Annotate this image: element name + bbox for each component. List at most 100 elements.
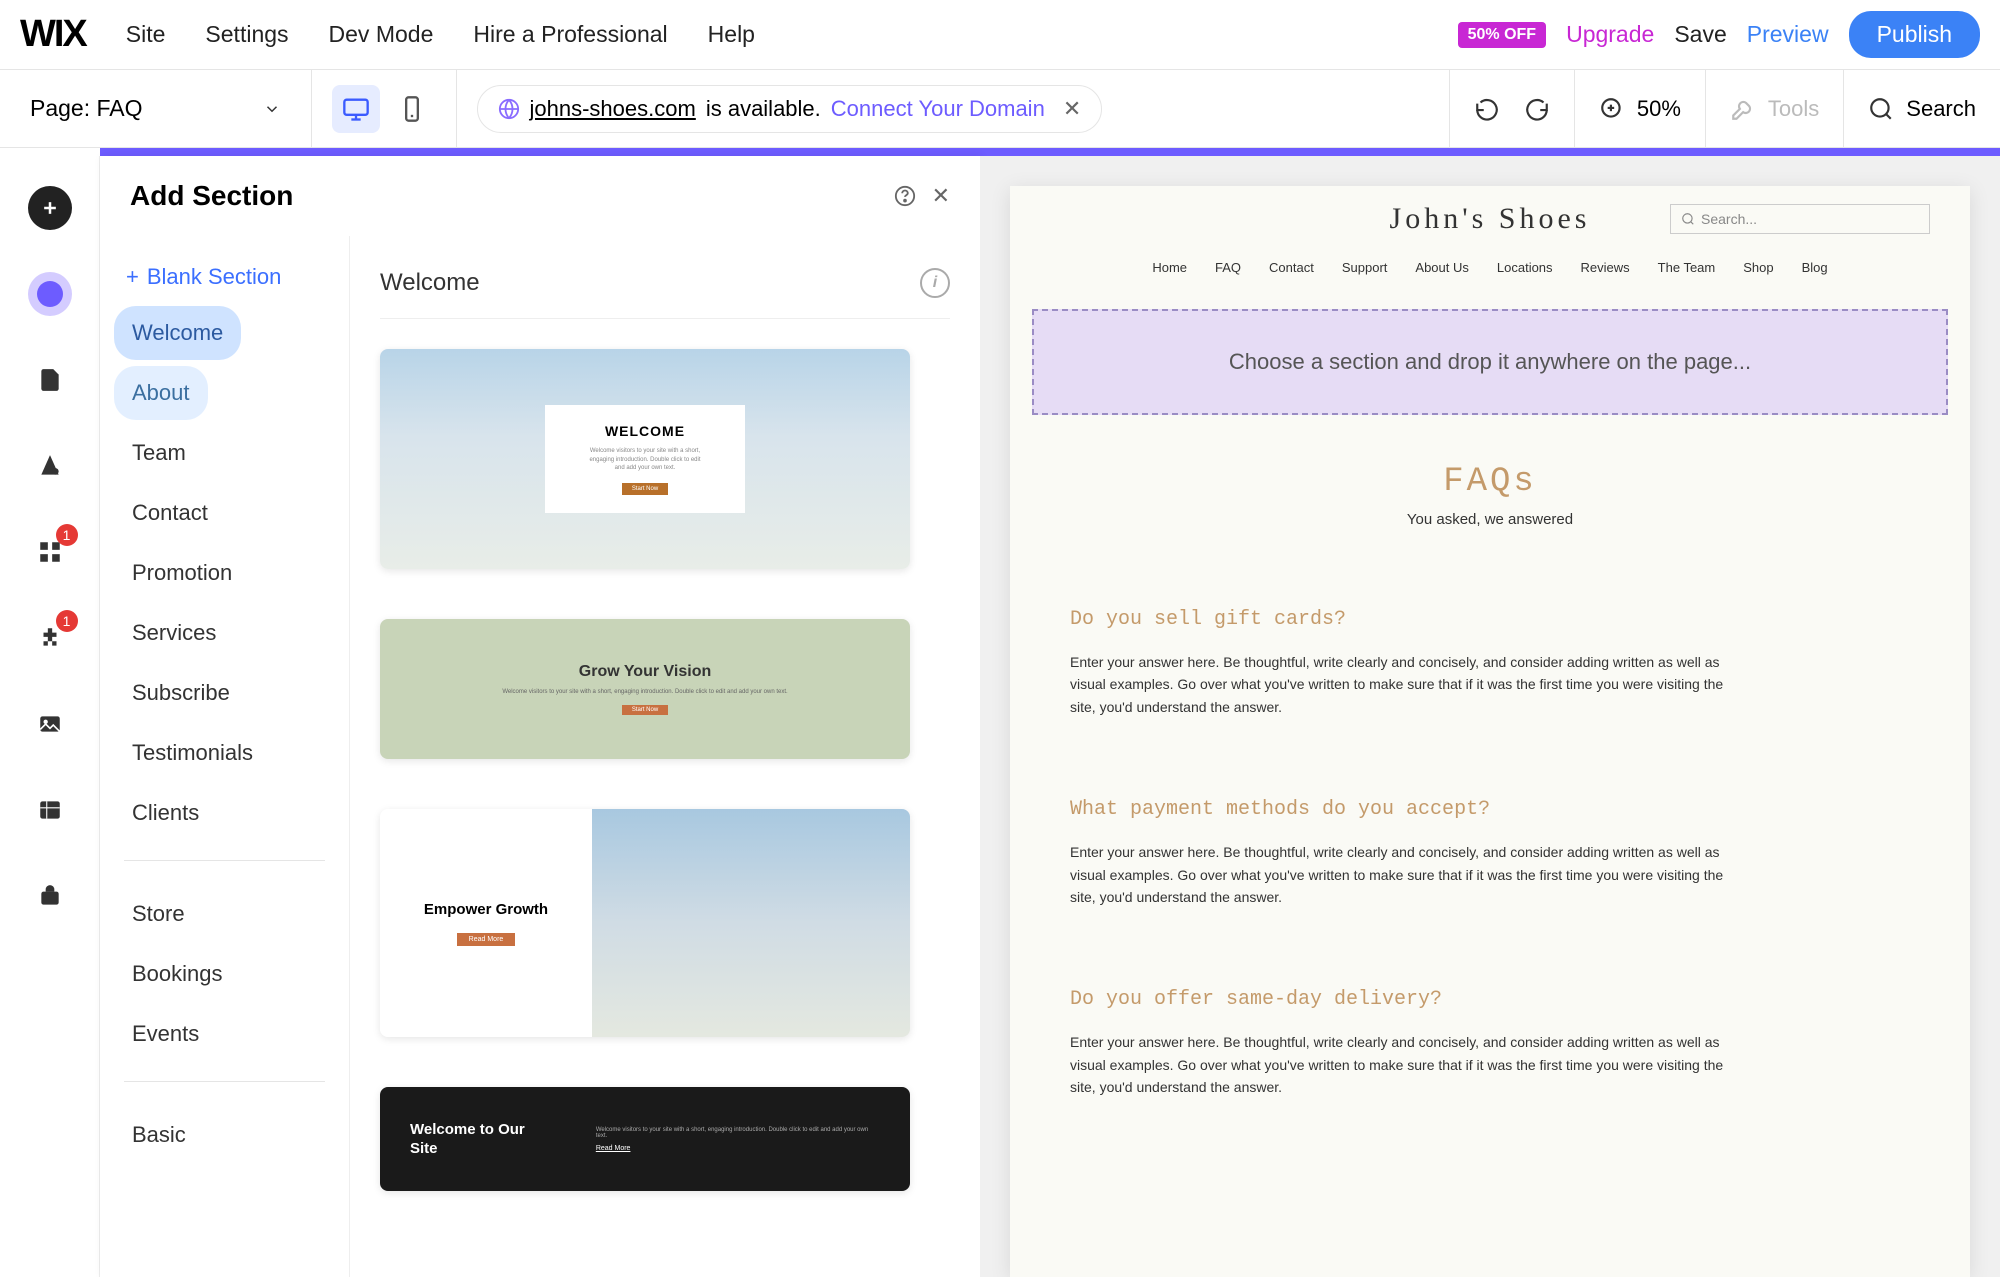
page-selector[interactable]: Page: FAQ bbox=[0, 70, 312, 147]
media-button[interactable] bbox=[28, 702, 72, 746]
template-welcome-4[interactable]: Welcome to Our Site Welcome visitors to … bbox=[380, 1087, 910, 1191]
faq-question: What payment methods do you accept? bbox=[1070, 798, 1910, 821]
nav-faq[interactable]: FAQ bbox=[1215, 260, 1241, 275]
preview-button[interactable]: Preview bbox=[1747, 21, 1829, 48]
nav-reviews[interactable]: Reviews bbox=[1581, 260, 1630, 275]
panel-header: Add Section ✕ bbox=[100, 156, 980, 236]
template-2-sub: Welcome visitors to your site with a sho… bbox=[502, 689, 787, 695]
menu-help[interactable]: Help bbox=[708, 21, 755, 48]
search-placeholder: Search... bbox=[1701, 211, 1757, 227]
site-nav: Home FAQ Contact Support About Us Locati… bbox=[1010, 252, 1970, 291]
category-about[interactable]: About bbox=[114, 366, 208, 420]
nav-contact[interactable]: Contact bbox=[1269, 260, 1314, 275]
purple-strip bbox=[100, 148, 2000, 156]
toolbar-right: 50% Tools Search bbox=[1449, 70, 2000, 147]
faq-answer: Enter your answer here. Be thoughtful, w… bbox=[1070, 651, 1750, 718]
chevron-down-icon bbox=[263, 100, 281, 118]
nav-home[interactable]: Home bbox=[1152, 260, 1187, 275]
drop-zone-text: Choose a section and drop it anywhere on… bbox=[1229, 349, 1751, 374]
template-1-sub: Welcome visitors to your site with a sho… bbox=[585, 447, 705, 472]
close-icon[interactable]: ✕ bbox=[1063, 96, 1081, 122]
nav-shop[interactable]: Shop bbox=[1743, 260, 1773, 275]
menu-site[interactable]: Site bbox=[126, 21, 166, 48]
faq-section[interactable]: FAQs You asked, we answered Do you sell … bbox=[1010, 433, 1970, 1209]
plus-icon: + bbox=[126, 264, 139, 290]
template-welcome-2[interactable]: Grow Your Vision Welcome visitors to you… bbox=[380, 619, 910, 759]
menubar-right: 50% OFF Upgrade Save Preview Publish bbox=[1458, 11, 1980, 58]
publish-button[interactable]: Publish bbox=[1849, 11, 1980, 58]
domain-notice: johns-shoes.com is available. Connect Yo… bbox=[477, 85, 1103, 133]
search-button[interactable]: Search bbox=[1843, 70, 2000, 147]
site-canvas[interactable]: John's Shoes Search... Home FAQ Contact … bbox=[1010, 186, 1970, 1277]
site-title[interactable]: John's Shoes bbox=[1390, 202, 1591, 236]
faq-item-1[interactable]: Do you sell gift cards? Enter your answe… bbox=[1070, 608, 1910, 718]
help-icon[interactable] bbox=[894, 185, 916, 207]
site-search-input[interactable]: Search... bbox=[1670, 204, 1930, 234]
template-3-image bbox=[592, 809, 910, 1037]
menu-items: Site Settings Dev Mode Hire a Profession… bbox=[126, 21, 755, 48]
menu-hire[interactable]: Hire a Professional bbox=[473, 21, 667, 48]
category-team[interactable]: Team bbox=[114, 426, 204, 480]
category-basic[interactable]: Basic bbox=[114, 1108, 204, 1162]
business-button[interactable] bbox=[28, 874, 72, 918]
apps-button[interactable]: 1 bbox=[28, 530, 72, 574]
panel-body: + Blank Section Welcome About Team Conta… bbox=[100, 236, 980, 1277]
category-contact[interactable]: Contact bbox=[114, 486, 226, 540]
template-1-title: WELCOME bbox=[585, 423, 705, 439]
design-button[interactable] bbox=[28, 444, 72, 488]
save-button[interactable]: Save bbox=[1674, 21, 1726, 48]
template-welcome-1[interactable]: WELCOME Welcome visitors to your site wi… bbox=[380, 349, 910, 569]
blank-section-button[interactable]: + Blank Section bbox=[114, 254, 335, 300]
tools-button[interactable]: Tools bbox=[1705, 70, 1843, 147]
nav-about[interactable]: About Us bbox=[1415, 260, 1468, 275]
category-clients[interactable]: Clients bbox=[114, 786, 217, 840]
wix-logo[interactable]: WIX bbox=[20, 13, 86, 56]
category-testimonials[interactable]: Testimonials bbox=[114, 726, 271, 780]
nav-support[interactable]: Support bbox=[1342, 260, 1388, 275]
template-welcome-3[interactable]: Empower Growth Read More bbox=[380, 809, 910, 1037]
category-events[interactable]: Events bbox=[114, 1007, 217, 1061]
zoom-value: 50% bbox=[1637, 96, 1681, 122]
zoom-control[interactable]: 50% bbox=[1574, 70, 1705, 147]
page-label: Page: FAQ bbox=[30, 95, 143, 122]
upgrade-link[interactable]: Upgrade bbox=[1566, 21, 1654, 48]
category-services[interactable]: Services bbox=[114, 606, 234, 660]
redo-button[interactable] bbox=[1524, 70, 1574, 147]
add-section-button[interactable] bbox=[28, 272, 72, 316]
data-button[interactable] bbox=[28, 788, 72, 832]
desktop-view-button[interactable] bbox=[332, 85, 380, 133]
category-promotion[interactable]: Promotion bbox=[114, 546, 250, 600]
template-4-sub: Welcome visitors to your site with a sho… bbox=[596, 1127, 880, 1139]
close-panel-icon[interactable]: ✕ bbox=[932, 183, 950, 209]
connect-domain-link[interactable]: Connect Your Domain bbox=[831, 96, 1045, 122]
nav-blog[interactable]: Blog bbox=[1802, 260, 1828, 275]
domain-name[interactable]: johns-shoes.com bbox=[530, 96, 696, 122]
faq-subheading[interactable]: You asked, we answered bbox=[1070, 511, 1910, 528]
nav-team[interactable]: The Team bbox=[1658, 260, 1716, 275]
add-element-button[interactable] bbox=[28, 186, 72, 230]
mobile-view-button[interactable] bbox=[388, 85, 436, 133]
top-menubar: WIX Site Settings Dev Mode Hire a Profes… bbox=[0, 0, 2000, 70]
faq-item-2[interactable]: What payment methods do you accept? Ente… bbox=[1070, 798, 1910, 908]
pages-button[interactable] bbox=[28, 358, 72, 402]
category-subscribe[interactable]: Subscribe bbox=[114, 666, 248, 720]
domain-available-text: is available. bbox=[706, 96, 821, 122]
faq-item-3[interactable]: Do you offer same-day delivery? Enter yo… bbox=[1070, 988, 1910, 1098]
site-header: John's Shoes Search... bbox=[1010, 186, 1970, 252]
undo-button[interactable] bbox=[1449, 70, 1524, 147]
template-category-title: Welcome bbox=[380, 269, 480, 297]
search-label: Search bbox=[1906, 96, 1976, 122]
category-welcome[interactable]: Welcome bbox=[114, 306, 241, 360]
menu-settings[interactable]: Settings bbox=[205, 21, 288, 48]
nav-locations[interactable]: Locations bbox=[1497, 260, 1553, 275]
template-1-button: Start Now bbox=[622, 483, 668, 495]
info-icon[interactable]: i bbox=[920, 268, 950, 298]
faq-question: Do you sell gift cards? bbox=[1070, 608, 1910, 631]
integrations-button[interactable]: 1 bbox=[28, 616, 72, 660]
faq-heading[interactable]: FAQs bbox=[1070, 463, 1910, 501]
category-store[interactable]: Store bbox=[114, 887, 203, 941]
section-drop-zone[interactable]: Choose a section and drop it anywhere on… bbox=[1032, 309, 1948, 415]
menu-dev-mode[interactable]: Dev Mode bbox=[329, 21, 434, 48]
globe-icon bbox=[498, 98, 520, 120]
category-bookings[interactable]: Bookings bbox=[114, 947, 241, 1001]
